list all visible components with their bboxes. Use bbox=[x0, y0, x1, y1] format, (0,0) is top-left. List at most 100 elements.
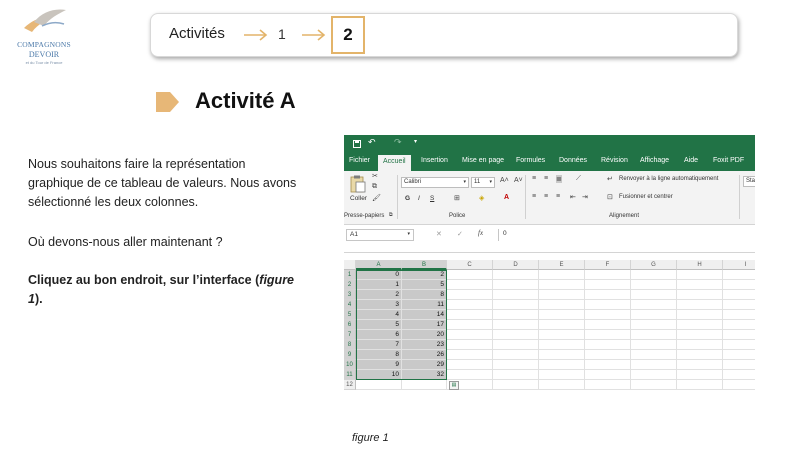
cut-icon[interactable]: ✂ bbox=[372, 172, 378, 180]
cell[interactable]: 5 bbox=[402, 280, 447, 290]
cell[interactable] bbox=[677, 360, 723, 370]
cell[interactable]: 26 bbox=[402, 350, 447, 360]
cell[interactable] bbox=[677, 340, 723, 350]
paste-icon[interactable] bbox=[350, 175, 366, 193]
cell[interactable] bbox=[539, 320, 585, 330]
cell[interactable] bbox=[585, 360, 631, 370]
cell[interactable] bbox=[631, 320, 677, 330]
cancel-icon[interactable]: ✕ bbox=[436, 230, 442, 238]
cell[interactable] bbox=[493, 360, 539, 370]
row-header[interactable]: 1 bbox=[344, 270, 356, 280]
cell[interactable] bbox=[723, 360, 755, 370]
row-header[interactable]: 4 bbox=[344, 300, 356, 310]
cell[interactable] bbox=[539, 280, 585, 290]
cell[interactable] bbox=[447, 300, 493, 310]
row-header[interactable]: 10 bbox=[344, 360, 356, 370]
cell[interactable] bbox=[585, 330, 631, 340]
cell[interactable]: 10 bbox=[356, 370, 402, 380]
cell[interactable] bbox=[447, 270, 493, 280]
cell[interactable] bbox=[447, 320, 493, 330]
select-all-corner[interactable] bbox=[344, 260, 356, 270]
cell[interactable] bbox=[631, 380, 677, 390]
cell[interactable]: 4 bbox=[356, 310, 402, 320]
italic-button[interactable]: I bbox=[418, 195, 420, 202]
name-box[interactable]: A1 ▾ bbox=[346, 229, 414, 241]
cell[interactable] bbox=[539, 290, 585, 300]
cell[interactable]: 2 bbox=[402, 270, 447, 280]
cell[interactable]: 8 bbox=[402, 290, 447, 300]
cell[interactable] bbox=[585, 300, 631, 310]
cell[interactable] bbox=[631, 280, 677, 290]
cell[interactable] bbox=[493, 280, 539, 290]
cell[interactable] bbox=[585, 320, 631, 330]
cell[interactable] bbox=[723, 280, 755, 290]
cell[interactable] bbox=[585, 380, 631, 390]
cell[interactable] bbox=[539, 340, 585, 350]
cell[interactable] bbox=[447, 290, 493, 300]
row-header[interactable]: 5 bbox=[344, 310, 356, 320]
quick-analysis-icon[interactable]: ▤ bbox=[449, 381, 459, 390]
borders-icon[interactable]: ⊞ bbox=[454, 194, 460, 202]
column-header[interactable]: D bbox=[493, 260, 539, 270]
align-left-icon[interactable]: ≡ bbox=[532, 193, 536, 200]
cell[interactable] bbox=[447, 360, 493, 370]
cell[interactable] bbox=[493, 320, 539, 330]
font-name-select[interactable]: Calibri ▾ bbox=[401, 177, 469, 188]
cell[interactable] bbox=[631, 270, 677, 280]
cell[interactable] bbox=[677, 290, 723, 300]
formula-input[interactable]: 0 bbox=[498, 229, 753, 241]
paste-button[interactable]: Coller bbox=[350, 195, 367, 202]
cell[interactable] bbox=[493, 350, 539, 360]
cell[interactable] bbox=[585, 340, 631, 350]
cell[interactable] bbox=[677, 270, 723, 280]
cell[interactable] bbox=[677, 350, 723, 360]
column-header[interactable]: G bbox=[631, 260, 677, 270]
cell[interactable] bbox=[493, 310, 539, 320]
fill-color-icon[interactable]: ◈ bbox=[479, 194, 484, 202]
row-header[interactable]: 11 bbox=[344, 370, 356, 380]
breadcrumb-step-1[interactable]: 1 bbox=[278, 26, 286, 42]
tab-donnees[interactable]: Données bbox=[559, 157, 587, 164]
cell[interactable] bbox=[493, 270, 539, 280]
tab-insertion[interactable]: Insertion bbox=[421, 157, 448, 164]
cell[interactable] bbox=[631, 340, 677, 350]
cell[interactable] bbox=[585, 310, 631, 320]
column-header[interactable]: E bbox=[539, 260, 585, 270]
cell[interactable] bbox=[677, 310, 723, 320]
column-header[interactable]: I bbox=[723, 260, 755, 270]
enter-icon[interactable]: ✓ bbox=[457, 230, 463, 238]
cell[interactable] bbox=[723, 380, 755, 390]
cell[interactable] bbox=[723, 330, 755, 340]
cell[interactable] bbox=[631, 330, 677, 340]
cell[interactable] bbox=[585, 280, 631, 290]
cell[interactable]: 7 bbox=[356, 340, 402, 350]
cell[interactable] bbox=[677, 320, 723, 330]
column-header[interactable]: H bbox=[677, 260, 723, 270]
cell[interactable] bbox=[585, 350, 631, 360]
tab-accueil[interactable]: Accueil bbox=[378, 155, 411, 171]
cell[interactable] bbox=[723, 370, 755, 380]
cell[interactable] bbox=[723, 290, 755, 300]
cell[interactable] bbox=[447, 330, 493, 340]
cell[interactable]: 20 bbox=[402, 330, 447, 340]
cell[interactable]: 17 bbox=[402, 320, 447, 330]
align-top-icon[interactable]: ≡ bbox=[532, 175, 536, 182]
decrease-indent-icon[interactable]: ⇤ bbox=[570, 193, 576, 201]
cell[interactable] bbox=[539, 380, 585, 390]
breadcrumb-step-2-current[interactable]: 2 bbox=[331, 16, 365, 54]
cell[interactable] bbox=[447, 310, 493, 320]
merge-icon[interactable]: ⊡ bbox=[607, 193, 613, 201]
cell[interactable] bbox=[539, 310, 585, 320]
cell[interactable]: 29 bbox=[402, 360, 447, 370]
cell[interactable] bbox=[631, 370, 677, 380]
cell[interactable] bbox=[447, 370, 493, 380]
cell[interactable] bbox=[539, 350, 585, 360]
cell[interactable]: 3 bbox=[356, 300, 402, 310]
cell[interactable] bbox=[356, 380, 402, 390]
tab-foxit-pdf[interactable]: Foxit PDF bbox=[713, 157, 744, 164]
cell[interactable] bbox=[539, 360, 585, 370]
align-right-icon[interactable]: ≡ bbox=[556, 193, 560, 200]
font-color-icon[interactable]: A bbox=[504, 194, 509, 201]
cell[interactable] bbox=[723, 310, 755, 320]
cell[interactable]: 2 bbox=[356, 290, 402, 300]
